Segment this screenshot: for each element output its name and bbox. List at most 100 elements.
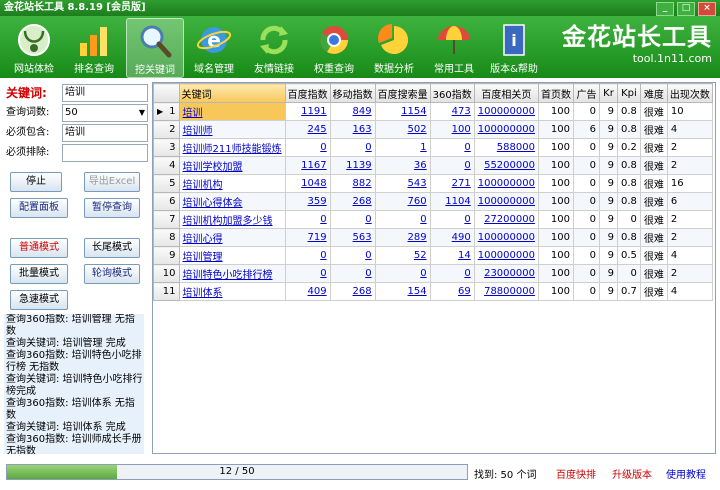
mobile-index-cell[interactable]: 268 xyxy=(329,282,376,301)
baidu-volume-cell[interactable]: 1154 xyxy=(374,102,431,121)
baidu-volume-cell[interactable]: 36 xyxy=(374,156,431,175)
related-pages-cell[interactable]: 100000000 xyxy=(473,192,539,211)
keyword-cell[interactable]: 培训管理 xyxy=(178,246,286,265)
mobile-index-cell[interactable]: 0 xyxy=(329,246,376,265)
index-360-cell[interactable]: 0 xyxy=(429,210,475,229)
column-header-home-count[interactable]: 首页数 xyxy=(537,83,574,103)
index-360-cell[interactable]: 473 xyxy=(429,102,475,121)
keyword-input[interactable]: 培训 xyxy=(62,84,148,102)
stop-button[interactable]: 停止 xyxy=(10,172,62,192)
table-row[interactable]: 4 培训学校加盟 1167 1139 36 0 55200000 100 0 9 0.8 很难 2 xyxy=(153,156,713,175)
mobile-index-cell[interactable]: 268 xyxy=(329,192,376,211)
batch-mode-button[interactable]: 批量模式 xyxy=(10,264,68,284)
keyword-cell[interactable]: 培训师 xyxy=(178,120,286,139)
related-pages-cell[interactable]: 100000000 xyxy=(473,246,539,265)
toolbar-friend-links[interactable]: 友情链接 xyxy=(246,18,302,76)
baidu-index-cell[interactable]: 719 xyxy=(284,228,331,247)
table-row[interactable]: 10 培训特色小吃排行榜 0 0 0 0 23000000 100 0 9 0 很难 2 xyxy=(153,264,713,283)
toolbar-data-analysis[interactable]: 数据分析 xyxy=(366,18,422,76)
table-row[interactable]: 9 培训管理 0 0 52 14 100000000 100 0 9 0.5 很难 4 xyxy=(153,246,713,265)
related-pages-cell[interactable]: 23000000 xyxy=(473,264,539,283)
long-tail-mode-button[interactable]: 长尾模式 xyxy=(84,238,140,258)
baidu-volume-cell[interactable]: 289 xyxy=(374,228,431,247)
related-pages-cell[interactable]: 55200000 xyxy=(473,156,539,175)
baidu-index-cell[interactable]: 0 xyxy=(284,246,331,265)
baidu-index-cell[interactable]: 1167 xyxy=(284,156,331,175)
toolbar-rank-query[interactable]: 排名查询 xyxy=(66,18,122,76)
column-header-ads[interactable]: 广告 xyxy=(572,83,600,103)
baidu-quick-link[interactable]: 百度快排 xyxy=(556,466,596,481)
baidu-index-cell[interactable]: 0 xyxy=(284,264,331,283)
column-header-baidu-volume[interactable]: 百度搜索量 xyxy=(374,83,431,103)
index-360-cell[interactable]: 0 xyxy=(429,156,475,175)
baidu-volume-cell[interactable]: 52 xyxy=(374,246,431,265)
column-header-baidu-index[interactable]: 百度指数 xyxy=(284,83,331,103)
toolbar-keyword-mining[interactable]: 挖关键词 xyxy=(126,18,184,78)
must-exclude-input[interactable] xyxy=(62,144,148,162)
table-row[interactable]: 6 培训心得体会 359 268 760 1104 100000000 100 0 9 0.8 很难 6 xyxy=(153,192,713,211)
related-pages-cell[interactable]: 100000000 xyxy=(473,102,539,121)
mobile-index-cell[interactable]: 0 xyxy=(329,264,376,283)
keyword-cell[interactable]: 培训 xyxy=(178,102,286,121)
must-include-input[interactable]: 培训 xyxy=(62,124,148,142)
baidu-index-cell[interactable]: 1191 xyxy=(284,102,331,121)
baidu-volume-cell[interactable]: 760 xyxy=(374,192,431,211)
baidu-index-cell[interactable]: 409 xyxy=(284,282,331,301)
mobile-index-cell[interactable]: 849 xyxy=(329,102,376,121)
column-header-mobile-index[interactable]: 移动指数 xyxy=(329,83,376,103)
column-header-occurrences[interactable]: 出现次数 xyxy=(666,83,713,103)
baidu-index-cell[interactable]: 245 xyxy=(284,120,331,139)
related-pages-cell[interactable]: 27200000 xyxy=(473,210,539,229)
export-excel-button[interactable]: 导出Excel xyxy=(84,172,140,192)
baidu-volume-cell[interactable]: 0 xyxy=(374,264,431,283)
index-360-cell[interactable]: 1104 xyxy=(429,192,475,211)
index-360-cell[interactable]: 0 xyxy=(429,138,475,157)
related-pages-cell[interactable]: 100000000 xyxy=(473,174,539,193)
minimize-button[interactable]: _ xyxy=(656,2,674,16)
pause-query-button[interactable]: 暂停查询 xyxy=(84,198,140,218)
count-select[interactable]: 50 ▼ xyxy=(62,104,148,122)
maximize-button[interactable]: □ xyxy=(677,2,695,16)
baidu-index-cell[interactable]: 0 xyxy=(284,138,331,157)
config-panel-button[interactable]: 配置面板 xyxy=(10,198,68,218)
baidu-volume-cell[interactable]: 502 xyxy=(374,120,431,139)
table-row[interactable]: 2 培训师 245 163 502 100 100000000 100 6 9 0.8 很难 4 xyxy=(153,120,713,139)
index-360-cell[interactable]: 14 xyxy=(429,246,475,265)
upgrade-link[interactable]: 升级版本 xyxy=(612,466,652,481)
table-row[interactable]: 3 培训师211师技能锻炼 0 0 1 0 588000 100 0 9 0.2 很难 2 xyxy=(153,138,713,157)
toolbar-domain-manage[interactable]: e 域名管理 xyxy=(186,18,242,76)
mobile-index-cell[interactable]: 0 xyxy=(329,210,376,229)
mobile-index-cell[interactable]: 0 xyxy=(329,138,376,157)
fast-mode-button[interactable]: 急速模式 xyxy=(10,290,68,310)
toolbar-version-help[interactable]: i 版本&帮助 xyxy=(486,18,542,76)
column-header-kr[interactable]: Kr xyxy=(598,83,618,103)
keyword-cell[interactable]: 培训机构 xyxy=(178,174,286,193)
index-360-cell[interactable]: 490 xyxy=(429,228,475,247)
index-360-cell[interactable]: 0 xyxy=(429,264,475,283)
toolbar-weight-query[interactable]: 权重查询 xyxy=(306,18,362,76)
table-row[interactable]: 7 培训机构加盟多少钱 0 0 0 0 27200000 100 0 9 0 很难 2 xyxy=(153,210,713,229)
table-row[interactable]: ▶ 1 培训 1191 849 1154 473 100000000 100 0 9 0.8 很难 10 xyxy=(153,102,713,121)
table-row[interactable]: 8 培训心得 719 563 289 490 100000000 100 0 9 0.8 很难 2 xyxy=(153,228,713,247)
baidu-volume-cell[interactable]: 154 xyxy=(374,282,431,301)
baidu-index-cell[interactable]: 359 xyxy=(284,192,331,211)
related-pages-cell[interactable]: 100000000 xyxy=(473,120,539,139)
column-header-difficulty[interactable]: 难度 xyxy=(639,83,668,103)
index-360-cell[interactable]: 69 xyxy=(429,282,475,301)
keyword-cell[interactable]: 培训师211师技能锻炼 xyxy=(178,138,286,157)
related-pages-cell[interactable]: 588000 xyxy=(473,138,539,157)
column-header-360-index[interactable]: 360指数 xyxy=(429,83,475,103)
keyword-cell[interactable]: 培训心得 xyxy=(178,228,286,247)
normal-mode-button[interactable]: 普通模式 xyxy=(10,238,68,258)
mobile-index-cell[interactable]: 1139 xyxy=(329,156,376,175)
column-header-related-pages[interactable]: 百度相关页 xyxy=(473,83,539,103)
keyword-cell[interactable]: 培训学校加盟 xyxy=(178,156,286,175)
mobile-index-cell[interactable]: 563 xyxy=(329,228,376,247)
poll-mode-button[interactable]: 轮询模式 xyxy=(84,264,140,284)
keyword-cell[interactable]: 培训特色小吃排行榜 xyxy=(178,264,286,283)
toolbar-site-check[interactable]: 网站体检 xyxy=(6,18,62,76)
keyword-cell[interactable]: 培训机构加盟多少钱 xyxy=(178,210,286,229)
keyword-cell[interactable]: 培训心得体会 xyxy=(178,192,286,211)
tutorial-link[interactable]: 使用教程 xyxy=(666,466,706,481)
keyword-cell[interactable]: 培训体系 xyxy=(178,282,286,301)
